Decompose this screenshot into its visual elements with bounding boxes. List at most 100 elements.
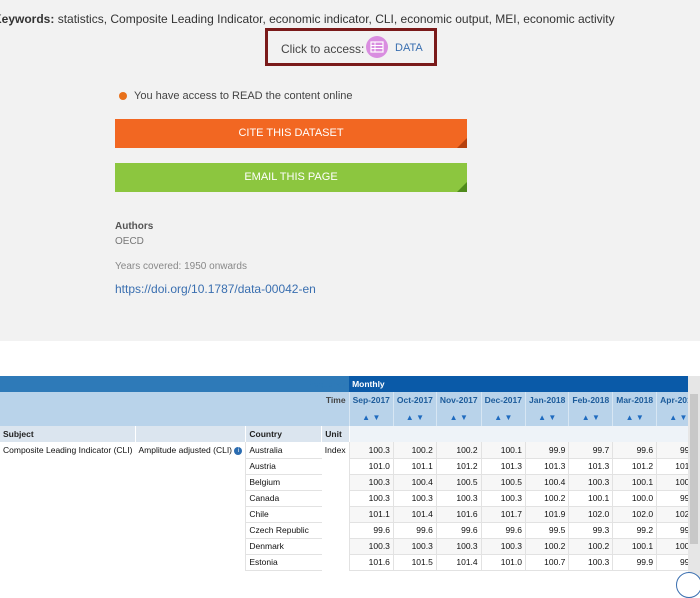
month-header[interactable]: Feb-2018 <box>568 392 613 408</box>
subject-header: Subject <box>0 426 136 442</box>
sort-desc-icon[interactable]: ▼ <box>636 413 644 422</box>
sort-desc-icon[interactable]: ▼ <box>548 413 556 422</box>
unit-cell <box>321 522 350 538</box>
country-cell: Chile <box>245 506 322 523</box>
value-cell: 101.6 <box>435 506 482 523</box>
data-link[interactable]: DATA <box>395 42 423 54</box>
access-label: Click to access: <box>281 42 365 56</box>
value-cell: 99.6 <box>435 522 482 539</box>
value-cell: 101.5 <box>392 554 437 571</box>
authors-heading: Authors <box>115 221 154 232</box>
time-header-row: Time Sep-2017 Oct-2017 Nov-2017 Dec-2017… <box>0 392 700 408</box>
values-header-spacer <box>349 426 700 442</box>
country-cell: Australia <box>245 442 322 459</box>
sort-asc-icon[interactable]: ▲ <box>582 413 590 422</box>
sort-desc-icon[interactable]: ▼ <box>592 413 600 422</box>
sort-asc-icon[interactable]: ▲ <box>538 413 546 422</box>
subject-cell <box>0 538 136 554</box>
subject-cell <box>0 490 136 506</box>
month-header[interactable]: Jan-2018 <box>524 392 569 408</box>
unit-header: Unit <box>321 426 350 442</box>
sort-asc-icon[interactable]: ▲ <box>626 413 634 422</box>
vertical-scrollbar[interactable] <box>688 376 700 583</box>
value-cell: 101.1 <box>348 506 394 523</box>
measure-cell <box>135 458 246 474</box>
info-icon[interactable]: i <box>234 446 243 455</box>
sort-desc-icon[interactable]: ▼ <box>372 413 380 422</box>
sort-controls: ▲ ▼ <box>524 408 569 426</box>
subject-cell: Composite Leading Indicator (CLI) <box>0 442 136 458</box>
value-cell: 100.3 <box>392 490 437 507</box>
month-header[interactable]: Dec-2017 <box>480 392 526 408</box>
month-header[interactable]: Oct-2017 <box>392 392 437 408</box>
sort-row-spacer <box>0 408 350 426</box>
value-cell: 100.3 <box>435 490 482 507</box>
value-cell: 100.3 <box>348 474 394 491</box>
value-cell: 100.5 <box>435 474 482 491</box>
unit-cell <box>321 554 350 570</box>
table-row: Belgium 100.3 100.4 100.5 100.5 100.4 100.3 100… <box>0 474 700 491</box>
value-cell: 101.4 <box>435 554 482 571</box>
sort-asc-icon[interactable]: ▲ <box>362 413 370 422</box>
sort-asc-icon[interactable]: ▲ <box>450 413 458 422</box>
country-cell: Estonia <box>245 554 322 571</box>
sort-controls: ▲ ▼ <box>435 408 482 426</box>
table-row: Denmark 100.3 100.3 100.3 100.3 100.2 100.2 100… <box>0 538 700 555</box>
cite-dataset-label: CITE THIS DATASET <box>238 127 344 139</box>
sort-desc-icon[interactable]: ▼ <box>505 413 513 422</box>
scroll-to-top-button[interactable] <box>676 572 700 598</box>
scrollbar-thumb[interactable] <box>690 394 698 544</box>
sort-desc-icon[interactable]: ▼ <box>416 413 424 422</box>
measure-cell: Amplitude adjusted (CLI) i <box>135 442 246 458</box>
table-row: Czech Republic 99.6 99.6 99.6 99.6 99.5 99.3 99… <box>0 522 700 539</box>
value-cell: 99.6 <box>392 522 437 539</box>
frequency-label: Frequency <box>0 376 350 392</box>
value-cell: 99.3 <box>568 522 613 539</box>
status-dot-icon <box>119 92 127 100</box>
value-cell: 101.0 <box>348 458 394 475</box>
cite-dataset-button[interactable]: CITE THIS DATASET <box>115 119 467 148</box>
table-row: Canada 100.3 100.3 100.3 100.3 100.2 100.1 100.… <box>0 490 700 507</box>
measure-cell <box>135 490 246 506</box>
doi-link[interactable]: https://doi.org/10.1787/data-00042-en <box>115 282 316 296</box>
value-cell: 101.6 <box>348 554 394 571</box>
subject-cell <box>0 554 136 570</box>
sort-controls: ▲ ▼ <box>480 408 526 426</box>
month-header[interactable]: Sep-2017 <box>348 392 394 408</box>
email-page-button[interactable]: EMAIL THIS PAGE <box>115 163 467 192</box>
sort-asc-icon[interactable]: ▲ <box>669 413 677 422</box>
database-icon[interactable] <box>366 36 388 58</box>
value-cell: 99.6 <box>348 522 394 539</box>
value-cell: 101.1 <box>392 458 437 475</box>
sort-asc-icon[interactable]: ▲ <box>406 413 414 422</box>
value-cell: 100.3 <box>348 490 394 507</box>
keywords-text: statistics, Composite Leading Indicator,… <box>54 12 615 26</box>
month-header[interactable]: Nov-2017 <box>435 392 482 408</box>
value-cell: 99.6 <box>612 442 657 459</box>
country-cell: Canada <box>245 490 322 507</box>
sort-desc-icon[interactable]: ▼ <box>460 413 468 422</box>
value-cell: 100.3 <box>392 538 437 555</box>
value-cell: 100.2 <box>524 538 569 555</box>
sort-desc-icon[interactable]: ▼ <box>679 413 687 422</box>
value-cell: 99.2 <box>612 522 657 539</box>
value-cell: 101.9 <box>524 506 569 523</box>
value-cell: 100.7 <box>524 554 569 571</box>
corner-fold-icon <box>457 182 467 192</box>
dataset-info-panel: Keywords: statistics, Composite Leading … <box>0 0 700 341</box>
frequency-header-row: Frequency Monthly <box>0 376 700 392</box>
value-cell: 100.2 <box>392 442 437 459</box>
country-header: Country <box>245 426 323 442</box>
month-header[interactable]: Mar-2018 <box>612 392 657 408</box>
value-cell: 100.4 <box>524 474 569 491</box>
value-cell: 100.2 <box>435 442 482 459</box>
sort-asc-icon[interactable]: ▲ <box>494 413 502 422</box>
measure-label: Amplitude adjusted (CLI) <box>138 445 233 455</box>
measure-header <box>135 426 247 442</box>
unit-cell <box>321 458 350 474</box>
measure-cell <box>135 538 246 554</box>
value-cell: 101.2 <box>435 458 482 475</box>
unit-cell <box>321 474 350 490</box>
access-notice-text: You have access to READ the content onli… <box>134 90 353 102</box>
value-cell: 102.0 <box>612 506 657 523</box>
